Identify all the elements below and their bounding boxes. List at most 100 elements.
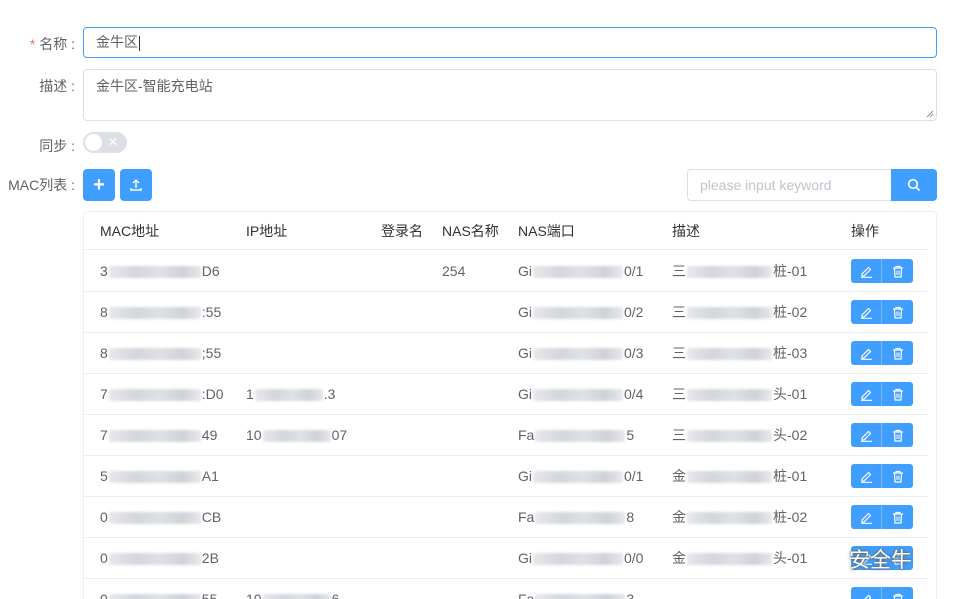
cell-port-suffix: 0/1 bbox=[624, 263, 644, 279]
cell-mac-suffix: D6 bbox=[201, 263, 220, 279]
cell-mac-suffix: A1 bbox=[201, 468, 219, 484]
edit-button[interactable] bbox=[851, 505, 882, 529]
redaction-blur bbox=[687, 307, 772, 320]
cell-port: Fa 3 bbox=[518, 579, 634, 599]
switch-off-icon: ✕ bbox=[108, 135, 119, 149]
delete-icon bbox=[892, 470, 903, 483]
name-label-text: 名称 : bbox=[39, 36, 75, 52]
cell-ip-suffix: .3 bbox=[323, 386, 336, 402]
cell-mac-suffix: 2B bbox=[201, 550, 219, 566]
desc-label: 描述 : bbox=[39, 78, 75, 94]
cell-port: Gi 0/2 bbox=[518, 292, 643, 332]
cell-nas-name: 254 bbox=[442, 251, 465, 291]
upload-button[interactable] bbox=[120, 169, 152, 201]
row-actions bbox=[851, 587, 913, 599]
redaction-blur bbox=[687, 512, 772, 525]
delete-icon bbox=[892, 306, 903, 319]
cell-mac-suffix: CB bbox=[201, 509, 222, 525]
cell-port-prefix: Gi bbox=[518, 304, 532, 320]
resize-grip-icon[interactable] bbox=[926, 110, 934, 118]
search-button[interactable] bbox=[891, 169, 937, 201]
redaction-blur bbox=[535, 512, 626, 525]
search-icon bbox=[907, 178, 921, 192]
edit-button[interactable] bbox=[851, 300, 882, 324]
cell-desc: 三 桩-03 bbox=[672, 333, 807, 373]
header-mac: MAC地址 bbox=[100, 223, 160, 239]
cell-port: Gi 0/1 bbox=[518, 456, 643, 496]
cell-port-prefix: Gi bbox=[518, 468, 532, 484]
edit-button[interactable] bbox=[851, 587, 882, 599]
delete-button[interactable] bbox=[882, 259, 913, 283]
edit-button[interactable] bbox=[851, 341, 882, 365]
edit-icon bbox=[860, 348, 872, 360]
header-actions: 操作 bbox=[851, 223, 879, 239]
redaction-blur bbox=[533, 471, 623, 484]
edit-icon bbox=[860, 471, 872, 483]
required-mark: * bbox=[29, 36, 36, 52]
redaction-blur bbox=[108, 389, 201, 402]
name-input[interactable]: 金牛区 bbox=[83, 27, 937, 58]
cell-desc-suffix: 头-02 bbox=[773, 427, 808, 443]
delete-button[interactable] bbox=[882, 423, 913, 447]
redaction-blur bbox=[687, 389, 772, 402]
redaction-blur bbox=[687, 430, 772, 443]
redaction-blur bbox=[687, 471, 772, 484]
redaction-blur bbox=[535, 430, 626, 443]
search-input[interactable] bbox=[687, 169, 892, 201]
delete-button[interactable] bbox=[882, 505, 913, 529]
delete-button[interactable] bbox=[882, 341, 913, 365]
redaction-blur bbox=[108, 594, 201, 599]
cell-port-prefix: Gi bbox=[518, 345, 532, 361]
name-label: * 名称 : bbox=[0, 34, 75, 54]
redaction-blur bbox=[108, 307, 201, 320]
add-mac-button[interactable]: + bbox=[83, 169, 115, 201]
cell-mac-prefix: 0 bbox=[100, 550, 108, 566]
cell-port: Gi 0/4 bbox=[518, 374, 643, 414]
edit-icon bbox=[860, 430, 872, 442]
edit-icon bbox=[860, 266, 872, 278]
cell-mac: 8 ;55 bbox=[100, 333, 221, 373]
edit-icon bbox=[860, 307, 872, 319]
table-row: 8 ;55 Gi 0/3 三 桩-03 bbox=[84, 333, 928, 374]
watermark: 安全牛 bbox=[815, 544, 912, 574]
redaction-blur bbox=[533, 266, 623, 279]
cell-desc-suffix: 桩-01 bbox=[773, 468, 808, 484]
cell-mac: 5 A1 bbox=[100, 456, 219, 496]
plus-icon: + bbox=[93, 173, 105, 196]
row-actions bbox=[851, 259, 913, 283]
sync-switch[interactable]: ✕ bbox=[83, 132, 127, 153]
header-nas-name: NAS名称 bbox=[442, 223, 499, 239]
delete-button[interactable] bbox=[882, 300, 913, 324]
desc-textarea-value: 金牛区-智能充电站 bbox=[96, 78, 213, 94]
edit-button[interactable] bbox=[851, 464, 882, 488]
edit-button[interactable] bbox=[851, 259, 882, 283]
watermark-text: 安全牛 bbox=[849, 549, 912, 572]
redaction-blur bbox=[262, 594, 331, 599]
desc-textarea[interactable]: 金牛区-智能充电站 bbox=[83, 69, 937, 121]
table-row: 3 D6 254 Gi 0/1 三 桩-01 bbox=[84, 251, 928, 292]
cell-desc-suffix: 桩-02 bbox=[773, 304, 808, 320]
cell-desc-prefix: 三 bbox=[672, 427, 686, 443]
upload-icon bbox=[130, 179, 142, 191]
edit-icon bbox=[860, 512, 872, 524]
cell-mac-prefix: 3 bbox=[100, 263, 108, 279]
redaction-blur bbox=[533, 553, 623, 566]
cell-desc-prefix: 金 bbox=[672, 468, 686, 484]
cell-port: Gi 0/3 bbox=[518, 333, 643, 373]
cell-mac: 0 55 bbox=[100, 579, 217, 599]
cell-mac-prefix: 7 bbox=[100, 386, 108, 402]
edit-button[interactable] bbox=[851, 423, 882, 447]
delete-button[interactable] bbox=[882, 382, 913, 406]
cell-port-suffix: 0/0 bbox=[624, 550, 644, 566]
header-nas-port: NAS端口 bbox=[518, 223, 575, 239]
row-actions bbox=[851, 341, 913, 365]
delete-button[interactable] bbox=[882, 587, 913, 599]
table-row: 7 49 10 07 Fa 5 三 头-02 bbox=[84, 415, 928, 456]
table-row: 7:D0 1.3 Gi 0/4 三头-01 bbox=[84, 374, 928, 415]
delete-icon bbox=[892, 265, 903, 278]
mac-table: MAC地址 IP地址 登录名 NAS名称 NAS端口 描述 操作 3 D6 254 G… bbox=[83, 211, 937, 599]
delete-button[interactable] bbox=[882, 464, 913, 488]
edit-button[interactable] bbox=[851, 382, 882, 406]
cell-ip-suffix: 6 bbox=[331, 591, 340, 599]
cell-port: Fa 5 bbox=[518, 415, 634, 455]
